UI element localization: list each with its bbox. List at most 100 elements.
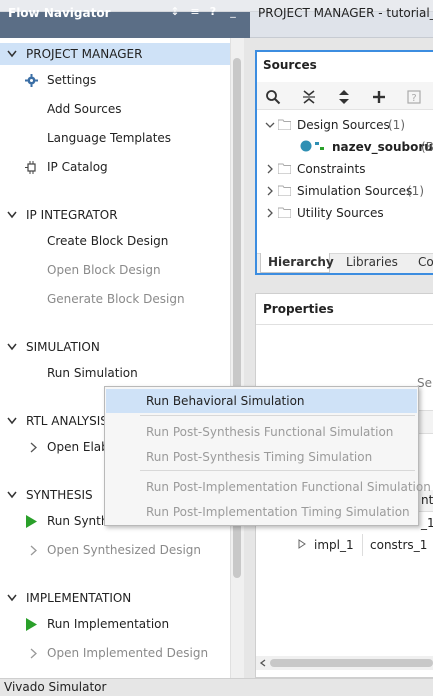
nav-item-label: Run Implementation (47, 617, 170, 631)
section-label: PROJECT MANAGER (26, 47, 143, 61)
sort-icon[interactable]: ≡ (188, 5, 202, 19)
table-row[interactable]: impl_1 constrs_1 (256, 534, 433, 556)
collapse-all-icon[interactable]: ↕ (168, 5, 182, 19)
run-constraints: constrs_1 (370, 538, 428, 552)
menu-separator (140, 470, 415, 471)
section-project-manager[interactable]: PROJECT MANAGER (0, 43, 230, 65)
section-ip-integrator[interactable]: IP INTEGRATOR (0, 204, 230, 226)
chevron-right-icon[interactable] (27, 647, 40, 660)
tree-row-utility-sources[interactable]: Utility Sources (263, 203, 433, 225)
nav-item-label: Open Block Design (47, 263, 161, 277)
properties-hint: Se (417, 376, 432, 390)
run-play-icon (26, 618, 37, 631)
sources-title: Sources (263, 58, 317, 72)
tab-libraries[interactable]: Libraries (346, 255, 398, 269)
tree-count: (1) (388, 118, 405, 132)
nav-item-run-implementation[interactable]: Run Implementation (0, 613, 230, 635)
nav-item-run-simulation[interactable]: Run Simulation (0, 362, 230, 384)
chevron-down-icon[interactable] (7, 48, 17, 60)
module-dot-icon (300, 140, 312, 152)
nav-item-label: Open Synthesized Design (47, 543, 202, 557)
folder-icon (278, 119, 291, 130)
nav-item-settings[interactable]: Settings (0, 69, 230, 91)
nav-item-label: Run Simulation (47, 366, 138, 380)
nav-item-label: Run Synth (47, 514, 109, 528)
nav-item-label: Generate Block Design (47, 292, 185, 306)
help-icon[interactable]: ? (206, 5, 220, 19)
nav-item-generate-block-design: Generate Block Design (0, 288, 230, 310)
menu-item-label: Run Post-Implementation Timing Simulatio… (146, 505, 410, 519)
nav-item-open-block-design: Open Block Design (0, 259, 230, 281)
nav-item-label: IP Catalog (47, 160, 108, 174)
menu-item-post-implementation-timing: Run Post-Implementation Timing Simulatio… (106, 500, 417, 524)
chevron-right-icon[interactable] (265, 164, 275, 174)
chevron-right-icon[interactable] (27, 544, 40, 557)
nav-item-create-block-design[interactable]: Create Block Design (0, 230, 230, 252)
hierarchy-icon (315, 142, 324, 150)
chevron-right-icon[interactable] (27, 441, 40, 454)
chevron-right-icon[interactable] (265, 186, 275, 196)
ip-catalog-icon (25, 161, 36, 174)
chevron-right-icon[interactable] (265, 208, 275, 218)
section-label: RTL ANALYSIS (26, 414, 108, 428)
run-name: impl_1 (314, 538, 354, 552)
tree-label: Simulation Sources (297, 184, 413, 198)
tree-label: Utility Sources (297, 206, 384, 220)
chevron-down-icon[interactable] (7, 341, 17, 353)
scrollbar-thumb[interactable] (270, 659, 433, 667)
chevron-down-icon[interactable] (7, 209, 17, 221)
tree-row-nazev-souboru[interactable]: nazev_souboru (B (263, 137, 433, 159)
chevron-right-icon[interactable] (297, 539, 307, 549)
chevron-down-icon[interactable] (265, 120, 275, 130)
nav-item-add-sources[interactable]: Add Sources (0, 98, 230, 120)
partial-column-header: nts (421, 493, 433, 507)
tree-label: Constraints (297, 162, 366, 176)
flow-navigator-title: Flow Navigator (8, 6, 111, 20)
menu-item-label: Run Post-Synthesis Timing Simulation (146, 450, 373, 464)
menu-item-label: Run Behavioral Simulation (146, 394, 305, 408)
section-label: IP INTEGRATOR (26, 208, 118, 222)
tree-suffix: (B (421, 140, 433, 154)
menu-item-post-implementation-functional: Run Post-Implementation Functional Simul… (106, 475, 431, 499)
nav-item-label: Open Implemented Design (47, 646, 209, 660)
tree-count: (1) (407, 184, 424, 198)
folder-icon (278, 207, 291, 218)
collapse-all-icon[interactable] (301, 89, 317, 105)
scroll-left-icon[interactable] (259, 659, 267, 667)
section-implementation[interactable]: IMPLEMENTATION (0, 587, 230, 609)
tab-hierarchy[interactable]: Hierarchy (268, 255, 334, 269)
expand-all-icon[interactable] (336, 89, 352, 105)
chevron-down-icon[interactable] (7, 489, 17, 501)
section-label: SIMULATION (26, 340, 100, 354)
run-play-icon (26, 515, 37, 528)
partial-cell: _1 (421, 516, 433, 530)
folder-icon (278, 185, 291, 196)
nav-item-label: Open Elab (47, 440, 109, 454)
nav-item-ip-catalog[interactable]: IP Catalog (0, 156, 230, 178)
project-manager-title: PROJECT MANAGER - tutorial_ (258, 6, 433, 20)
nav-item-label: Create Block Design (47, 234, 169, 248)
chevron-down-icon[interactable] (7, 592, 17, 604)
nav-item-open-implemented-design[interactable]: Open Implemented Design (0, 642, 230, 664)
properties-title: Properties (263, 302, 334, 316)
menu-item-run-behavioral-simulation[interactable]: Run Behavioral Simulation (106, 389, 417, 413)
tree-row-design-sources[interactable]: Design Sources (1) (263, 115, 433, 137)
section-simulation[interactable]: SIMULATION (0, 336, 230, 358)
menu-item-post-synthesis-timing: Run Post-Synthesis Timing Simulation (106, 445, 417, 469)
svg-text:?: ? (411, 93, 416, 104)
menu-separator (140, 415, 415, 416)
minimize-icon[interactable]: _ (226, 5, 240, 19)
nav-item-language-templates[interactable]: Language Templates (0, 127, 230, 149)
tree-row-constraints[interactable]: Constraints (263, 159, 433, 181)
chevron-down-icon[interactable] (7, 415, 17, 427)
help-icon: ? (407, 90, 421, 104)
tree-row-simulation-sources[interactable]: Simulation Sources (1) (263, 181, 433, 203)
folder-icon (278, 163, 291, 174)
add-icon[interactable] (371, 89, 387, 105)
search-icon[interactable] (265, 89, 281, 105)
section-label: IMPLEMENTATION (26, 591, 132, 605)
section-label: SYNTHESIS (26, 488, 93, 502)
tree-label: nazev_souboru (332, 140, 433, 154)
nav-item-open-synthesized-design[interactable]: Open Synthesized Design (0, 539, 230, 561)
tab-compile-order[interactable]: Co (418, 255, 433, 269)
